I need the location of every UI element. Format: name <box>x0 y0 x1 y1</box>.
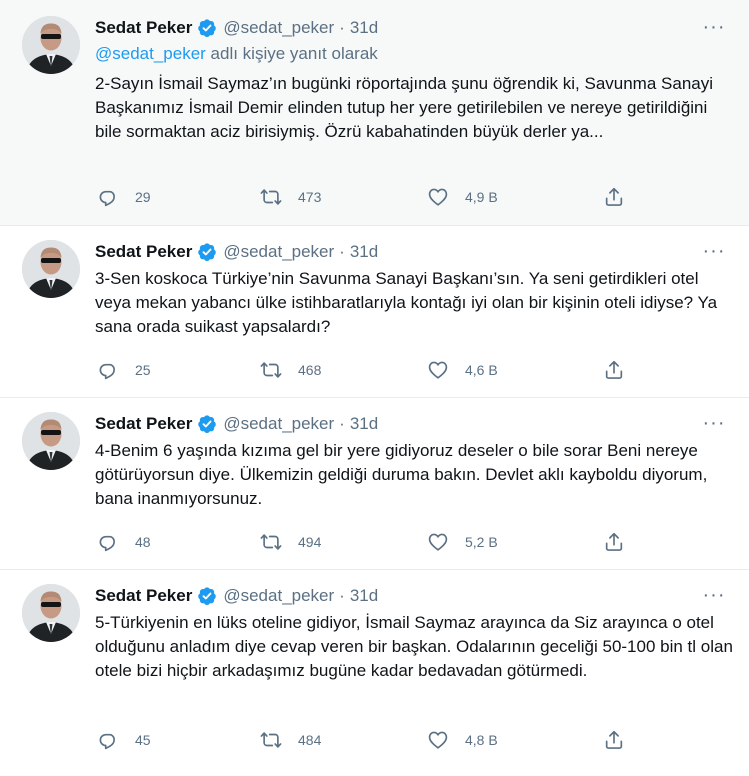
author-handle[interactable]: @sedat_peker <box>223 414 334 434</box>
avatar[interactable] <box>22 16 80 74</box>
tweet-3[interactable]: Sedat Peker @sedat_peker · 31d ··· 4-Ben… <box>0 397 749 569</box>
reply-context-text: adlı kişiye yanıt olarak <box>205 44 378 63</box>
more-options-icon[interactable]: ··· <box>701 17 727 40</box>
separator-dot: · <box>339 414 345 433</box>
tweet-header: Sedat Peker @sedat_peker · 31d <box>95 584 378 608</box>
avatar[interactable] <box>22 412 80 470</box>
tweet-2[interactable]: Sedat Peker @sedat_peker · 31d ··· 3-Sen… <box>0 225 749 397</box>
avatar[interactable] <box>22 584 80 642</box>
tweet-actions: 45 484 4,8 B <box>95 729 635 753</box>
separator-dot: · <box>339 242 345 261</box>
tweet-actions: 29 473 4,9 B <box>95 186 635 210</box>
reply-button[interactable]: 29 <box>97 186 151 208</box>
profile-photo <box>22 412 80 470</box>
reply-icon <box>97 359 119 381</box>
like-icon <box>427 359 449 381</box>
like-count: 4,9 B <box>465 189 498 205</box>
profile-photo <box>22 240 80 298</box>
tweet-actions: 25 468 4,6 B <box>95 359 635 383</box>
more-options-icon[interactable]: ··· <box>701 413 727 436</box>
reply-icon <box>97 531 119 553</box>
verified-badge-icon <box>197 586 217 606</box>
retweet-icon <box>260 531 282 553</box>
like-count: 5,2 B <box>465 534 498 550</box>
author-name[interactable]: Sedat Peker <box>95 414 192 434</box>
like-count: 4,8 B <box>465 732 498 748</box>
timestamp[interactable]: 31d <box>350 18 378 38</box>
verified-badge-icon <box>197 242 217 262</box>
profile-photo <box>22 16 80 74</box>
like-button[interactable]: 4,9 B <box>427 186 498 208</box>
tweet-header: Sedat Peker @sedat_peker · 31d <box>95 240 378 264</box>
retweet-button[interactable]: 468 <box>260 359 321 381</box>
like-button[interactable]: 5,2 B <box>427 531 498 553</box>
separator-dot: · <box>339 586 345 605</box>
like-button[interactable]: 4,6 B <box>427 359 498 381</box>
reply-button[interactable]: 48 <box>97 531 151 553</box>
avatar[interactable] <box>22 240 80 298</box>
share-button[interactable] <box>603 531 625 553</box>
reply-count: 25 <box>135 362 151 378</box>
like-icon <box>427 729 449 751</box>
reply-button[interactable]: 25 <box>97 359 151 381</box>
profile-photo <box>22 584 80 642</box>
like-icon <box>427 531 449 553</box>
retweet-button[interactable]: 484 <box>260 729 321 751</box>
share-icon <box>603 186 625 208</box>
like-icon <box>427 186 449 208</box>
share-icon <box>603 531 625 553</box>
more-options-icon[interactable]: ··· <box>701 241 727 264</box>
reply-count: 48 <box>135 534 151 550</box>
author-name[interactable]: Sedat Peker <box>95 242 192 262</box>
retweet-count: 473 <box>298 189 322 205</box>
reply-icon <box>97 186 119 208</box>
retweet-count: 484 <box>298 732 322 748</box>
verified-badge-icon <box>197 18 217 38</box>
author-handle[interactable]: @sedat_peker <box>223 586 334 606</box>
share-button[interactable] <box>603 186 625 208</box>
retweet-icon <box>260 729 282 751</box>
reply-icon <box>97 729 119 751</box>
separator-dot: · <box>339 18 345 37</box>
like-count: 4,6 B <box>465 362 498 378</box>
author-name[interactable]: Sedat Peker <box>95 18 192 38</box>
share-button[interactable] <box>603 729 625 751</box>
timestamp[interactable]: 31d <box>350 242 378 262</box>
retweet-count: 494 <box>298 534 322 550</box>
tweet-text: 3-Sen koskoca Türkiye’nin Savunma Sanayi… <box>95 269 718 336</box>
reply-button[interactable]: 45 <box>97 729 151 751</box>
share-icon <box>603 359 625 381</box>
share-button[interactable] <box>603 359 625 381</box>
tweet-text: 2-Sayın İsmail Saymaz’ın bugünki röporta… <box>95 74 714 141</box>
share-icon <box>603 729 625 751</box>
author-handle[interactable]: @sedat_peker <box>223 242 334 262</box>
retweet-count: 468 <box>298 362 322 378</box>
tweet-header: Sedat Peker @sedat_peker · 31d <box>95 412 378 436</box>
tweet-4[interactable]: Sedat Peker @sedat_peker · 31d ··· 5-Tür… <box>0 569 749 776</box>
replying-to: @sedat_peker adlı kişiye yanıt olarak <box>95 44 378 64</box>
tweet-1[interactable]: Sedat Peker @sedat_peker · 31d ··· @seda… <box>0 0 749 225</box>
tweet-header: Sedat Peker @sedat_peker · 31d <box>95 16 378 40</box>
tweet-text: 4-Benim 6 yaşında kızıma gel bir yere gi… <box>95 441 708 508</box>
more-options-icon[interactable]: ··· <box>701 585 727 608</box>
reply-count: 29 <box>135 189 151 205</box>
retweet-button[interactable]: 473 <box>260 186 321 208</box>
like-button[interactable]: 4,8 B <box>427 729 498 751</box>
verified-badge-icon <box>197 414 217 434</box>
author-name[interactable]: Sedat Peker <box>95 586 192 606</box>
retweet-icon <box>260 359 282 381</box>
reply-mention-link[interactable]: @sedat_peker <box>95 44 206 63</box>
reply-count: 45 <box>135 732 151 748</box>
retweet-icon <box>260 186 282 208</box>
author-handle[interactable]: @sedat_peker <box>223 18 334 38</box>
tweet-text: 5-Türkiyenin en lüks oteline gidiyor, İs… <box>95 613 733 680</box>
timestamp[interactable]: 31d <box>350 414 378 434</box>
timestamp[interactable]: 31d <box>350 586 378 606</box>
tweet-actions: 48 494 5,2 B <box>95 531 635 555</box>
retweet-button[interactable]: 494 <box>260 531 321 553</box>
